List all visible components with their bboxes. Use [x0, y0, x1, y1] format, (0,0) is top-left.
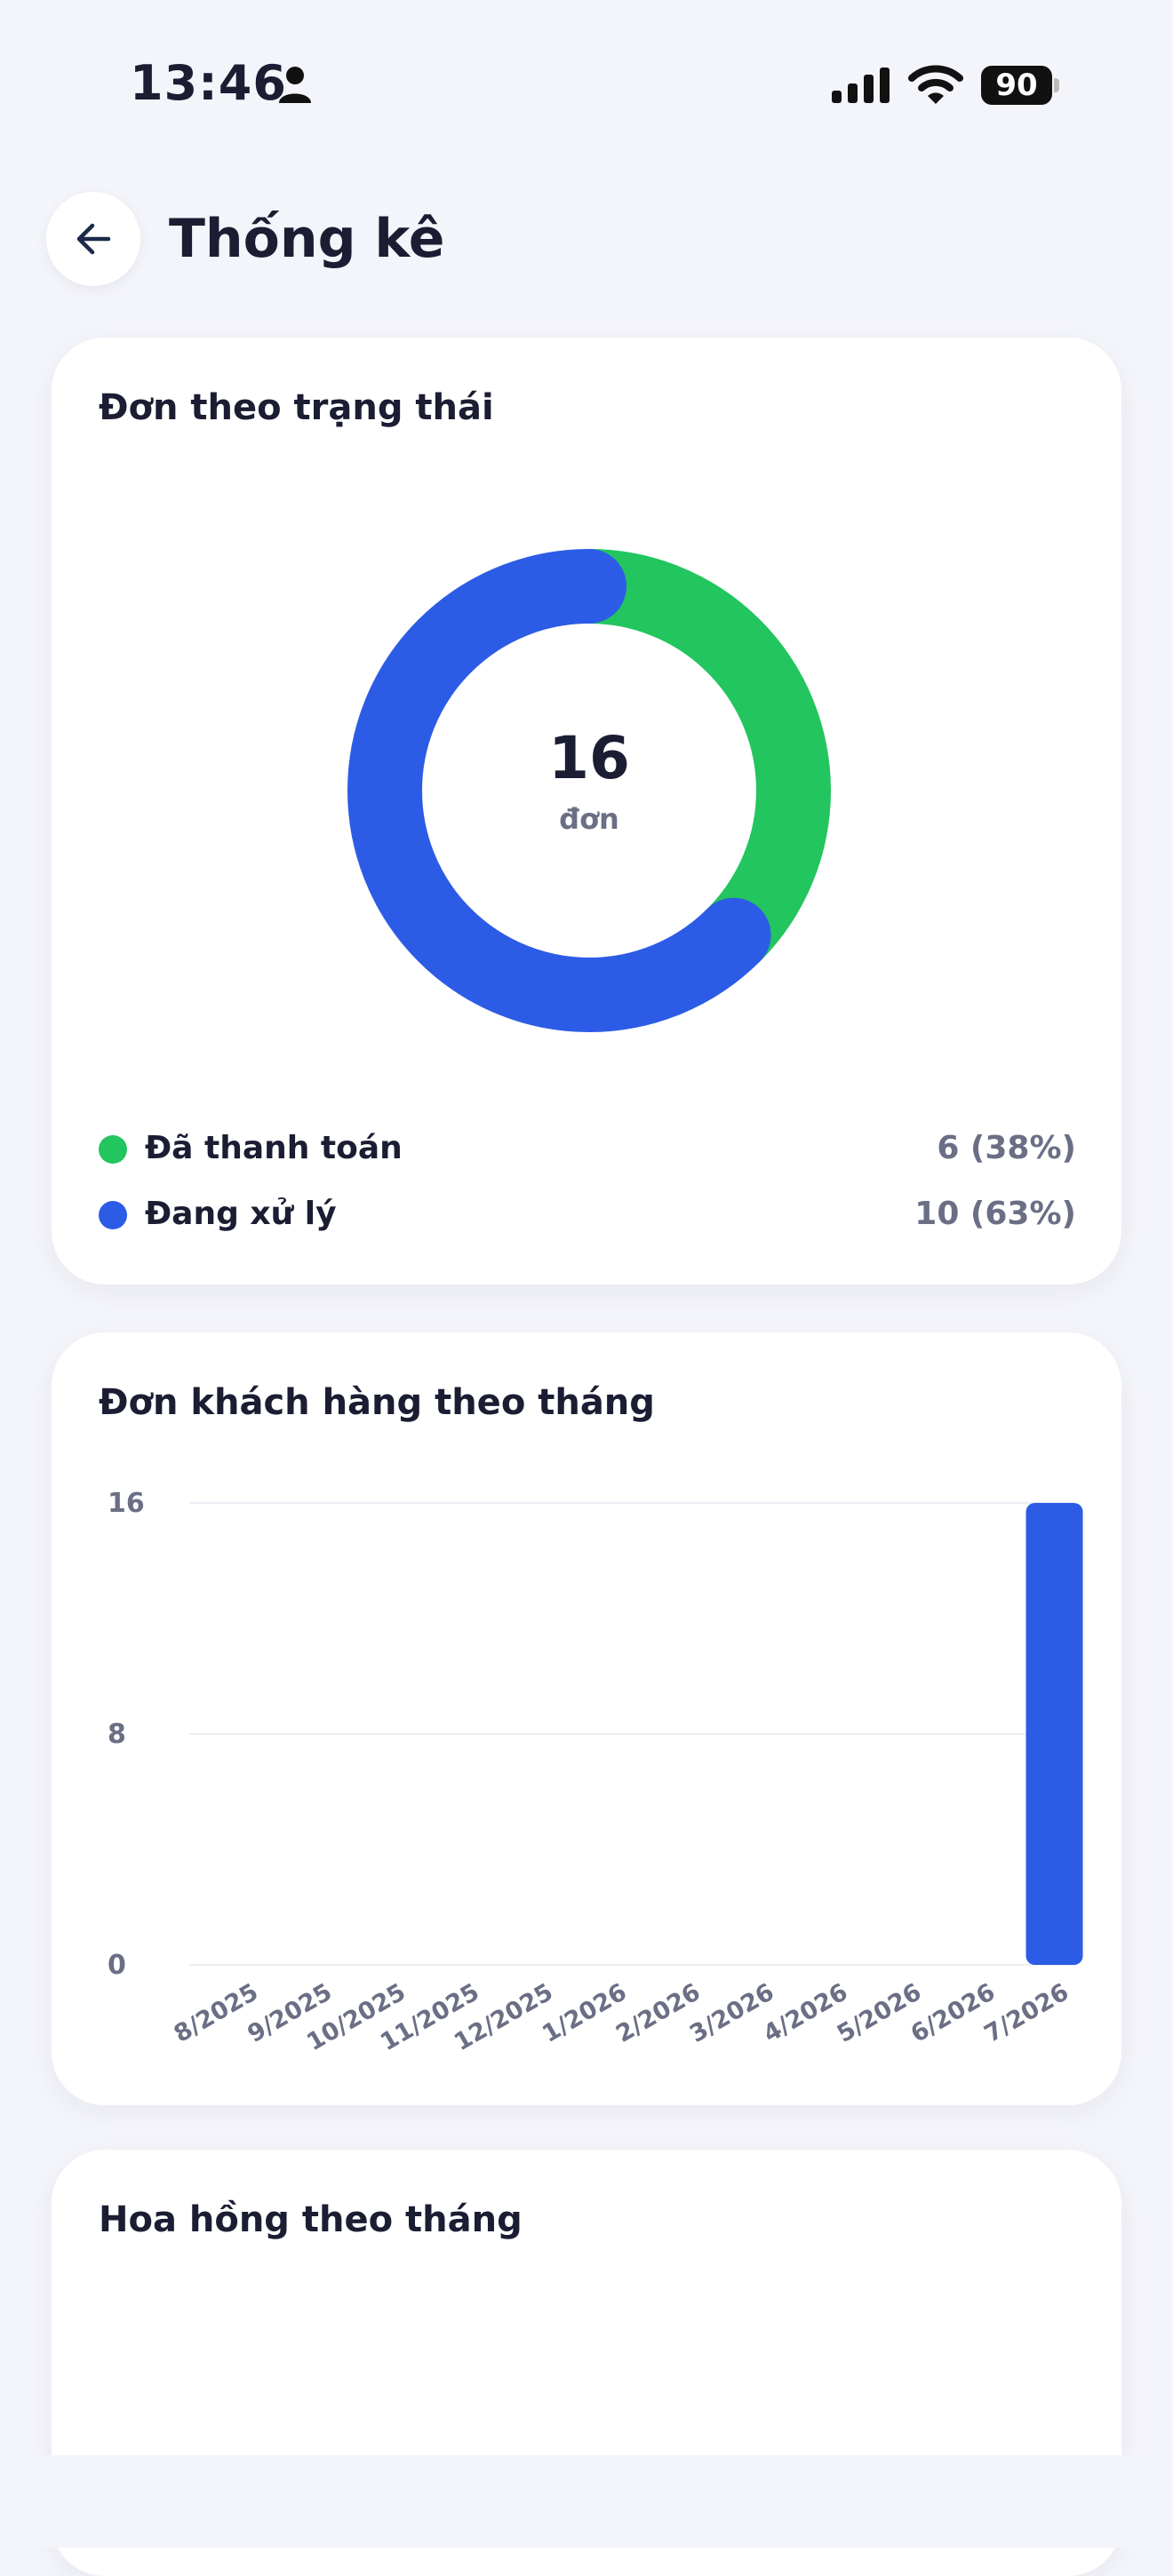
legend-label: Đang xử lý — [145, 1196, 337, 1232]
status-card-title: Đơn theo trạng thái — [99, 387, 494, 428]
x-tick-label: 3/2026 — [685, 1978, 778, 2048]
monthly-orders-card: Đơn khách hàng theo tháng 0 8 16 8/2025 9/20… — [52, 1332, 1121, 2105]
battery-indicator: 90 — [981, 66, 1059, 105]
commission-title: Hoa hồng theo tháng — [99, 2199, 523, 2240]
x-tick-label: 8/2025 — [170, 1978, 263, 2048]
arrow-left-icon — [76, 223, 111, 255]
donut-chart: 16 đơn — [345, 546, 834, 1035]
donut-total-unit: đơn — [559, 802, 619, 836]
legend-item-processing: Đang xử lý 10 (63%) — [99, 1189, 1076, 1242]
x-tick-label: 1/2026 — [538, 1978, 631, 2048]
y-tick-label: 8 — [108, 1719, 126, 1750]
bar-7/2026 — [1025, 1503, 1083, 1965]
legend-item-paid: Đã thanh toán 6 (38%) — [99, 1123, 1076, 1176]
x-tick-label: 5/2026 — [833, 1978, 926, 2048]
bottom-edge — [0, 2455, 1173, 2548]
x-tick-label: 4/2026 — [759, 1978, 852, 2048]
legend-dot-paid — [99, 1135, 127, 1164]
x-tick-label: 2/2026 — [611, 1978, 705, 2048]
status-time: 13:46 — [130, 55, 287, 111]
person-icon — [279, 67, 311, 103]
battery-level: 90 — [995, 68, 1038, 103]
x-tick-label: 7/2026 — [980, 1978, 1073, 2048]
legend-dot-processing — [99, 1201, 127, 1229]
status-card: Đơn theo trạng thái 16 đơn Đã thanh toán… — [52, 338, 1121, 1284]
wifi-icon — [908, 65, 963, 104]
cellular-signal-icon — [832, 68, 890, 103]
y-tick-label: 16 — [108, 1488, 145, 1519]
legend-value: 10 (63%) — [914, 1196, 1076, 1232]
donut-total: 16 — [548, 724, 630, 792]
x-tick-label: 6/2026 — [906, 1978, 1000, 2048]
status-bar: 13:46 90 — [0, 0, 1173, 169]
page-title: Thống kê — [169, 208, 445, 270]
back-button[interactable] — [46, 192, 140, 286]
legend-value: 6 (38%) — [937, 1130, 1076, 1166]
legend-label: Đã thanh toán — [145, 1130, 403, 1166]
monthly-orders-bar-chart: 08168/20259/202510/202511/202512/20251/2… — [108, 1488, 1083, 2056]
y-tick-label: 0 — [108, 1950, 126, 1981]
